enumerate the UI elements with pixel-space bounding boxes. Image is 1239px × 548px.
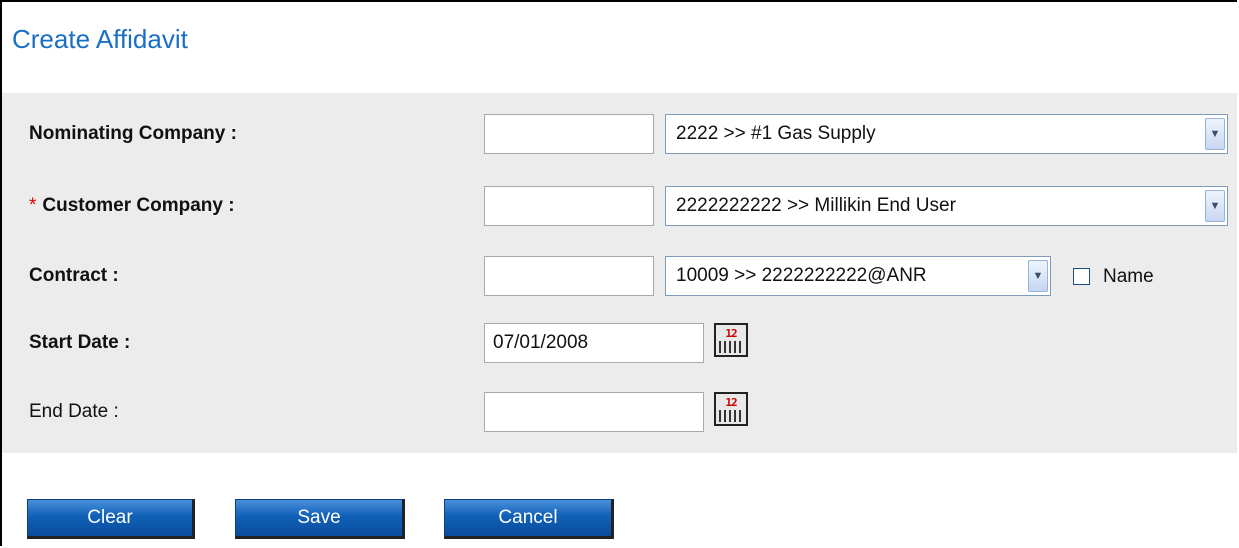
contract-selected: 10009 >> 2222222222@ANR	[676, 265, 927, 286]
customer-company-selected: 2222222222 >> Millikin End User	[676, 195, 956, 216]
cancel-button[interactable]: Cancel	[444, 499, 614, 539]
chevron-down-icon[interactable]: ▼	[1205, 190, 1225, 222]
nominating-company-selected: 2222 >> #1 Gas Supply	[676, 123, 876, 144]
nominating-company-row: Nominating Company : 2222 >> #1 Gas Supp…	[2, 110, 1237, 158]
calendar-icon[interactable]: 12	[714, 323, 748, 357]
end-date-input[interactable]	[484, 392, 704, 432]
nominating-company-label: Nominating Company :	[29, 123, 237, 144]
contract-select[interactable]: 10009 >> 2222222222@ANR ▼	[665, 256, 1051, 296]
nominating-company-code-input[interactable]	[484, 114, 654, 154]
contract-row: Contract : 10009 >> 2222222222@ANR ▼ Nam…	[2, 252, 1237, 300]
start-date-row: Start Date : 12	[2, 319, 1237, 367]
contract-label: Contract :	[29, 265, 119, 286]
clear-button[interactable]: Clear	[27, 499, 195, 539]
name-checkbox[interactable]	[1073, 268, 1090, 285]
chevron-down-icon[interactable]: ▼	[1028, 260, 1048, 292]
customer-company-select[interactable]: 2222222222 >> Millikin End User ▼	[665, 186, 1228, 226]
customer-company-label-text: Customer Company :	[42, 195, 235, 216]
contract-code-input[interactable]	[484, 256, 654, 296]
nominating-company-select[interactable]: 2222 >> #1 Gas Supply ▼	[665, 114, 1228, 154]
calendar-icon[interactable]: 12	[714, 392, 748, 426]
end-date-row: End Date : 12	[2, 388, 1237, 436]
customer-company-code-input[interactable]	[484, 186, 654, 226]
form-panel: Nominating Company : 2222 >> #1 Gas Supp…	[2, 93, 1237, 453]
page-title: Create Affidavit	[12, 24, 188, 54]
save-button[interactable]: Save	[235, 499, 405, 539]
customer-company-label: * Customer Company :	[29, 182, 235, 230]
start-date-label: Start Date :	[29, 332, 131, 353]
required-marker: *	[29, 195, 37, 216]
start-date-input[interactable]	[484, 323, 704, 363]
name-checkbox-label: Name	[1103, 266, 1154, 287]
chevron-down-icon[interactable]: ▼	[1205, 118, 1225, 150]
customer-company-row: * Customer Company : 2222222222 >> Millik…	[2, 182, 1237, 230]
end-date-label: End Date :	[29, 401, 119, 422]
